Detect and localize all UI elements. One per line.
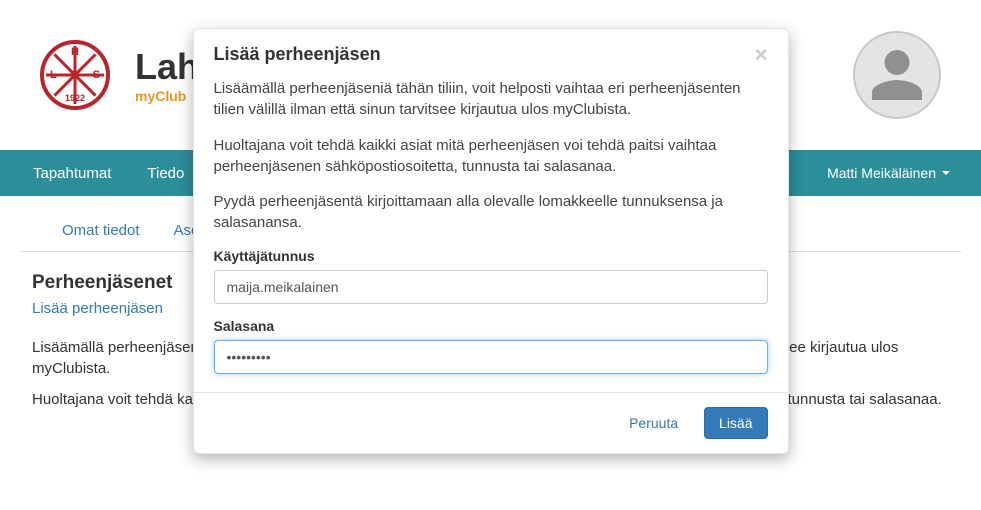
cancel-button[interactable]: Peruuta [615, 408, 692, 438]
close-icon[interactable]: × [755, 44, 768, 66]
modal-paragraph-2: Huoltajana voit tehdä kaikki asiat mitä … [214, 135, 768, 178]
username-input[interactable] [214, 270, 768, 304]
username-label: Käyttäjätunnus [214, 248, 768, 264]
password-input[interactable] [214, 340, 768, 374]
submit-button[interactable]: Lisää [704, 407, 767, 439]
add-family-member-modal: Lisää perheenjäsen × Lisäämällä perheenj… [193, 28, 789, 454]
password-label: Salasana [214, 318, 768, 334]
modal-paragraph-1: Lisäämällä perheenjäseniä tähän tiliin, … [214, 78, 768, 121]
modal-title: Lisää perheenjäsen [214, 44, 755, 65]
modal-backdrop: Lisää perheenjäsen × Lisäämällä perheenj… [0, 0, 981, 510]
modal-paragraph-3: Pyydä perheenjäsentä kirjoittamaan alla … [214, 191, 768, 234]
